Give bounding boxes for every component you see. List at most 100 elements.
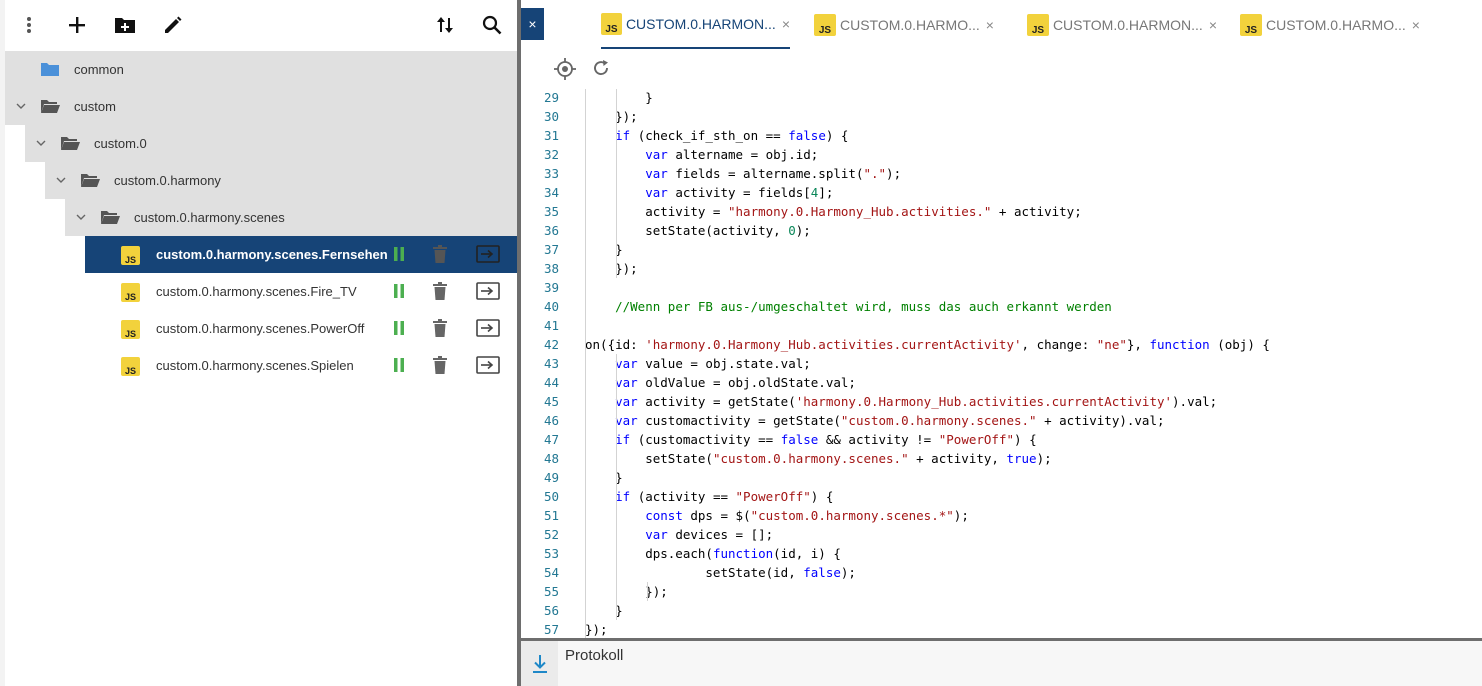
code-line: 54 setState(id, false); [521,563,1482,582]
code-text: //Wenn per FB aus-/umgeschaltet wird, mu… [615,298,1112,314]
script-item-fire-tv[interactable]: JS custom.0.harmony.scenes.Fire_TV [85,273,517,310]
close-all-tabs-button[interactable]: × [521,8,544,40]
pause-icon[interactable] [393,247,405,261]
script-item-poweroff[interactable]: JS custom.0.harmony.scenes.PowerOff [85,310,517,347]
editor-subtoolbar [521,49,1482,89]
script-item-spielen[interactable]: JS custom.0.harmony.scenes.Spielen [85,347,517,384]
search-icon[interactable] [480,13,504,37]
code-line: 29 } [521,89,1482,107]
delete-icon[interactable] [433,356,447,374]
code-line: 48 setState("custom.0.harmony.scenes." +… [521,449,1482,468]
code-text: var oldValue = obj.oldState.val; [615,374,856,390]
code-line: 53 dps.each(function(id, i) { [521,544,1482,563]
line-number: 57 [543,621,559,637]
tab-custom-0-harmony-4[interactable]: JS CUSTOM.0.HARMO... × [1240,0,1430,49]
line-number: 38 [543,260,559,276]
tab-title: CUSTOM.0.HARMON... [625,15,776,32]
code-text: var activity = fields[4]; [645,184,834,200]
script-item-label: custom.0.harmony.scenes.PowerOff [156,321,365,336]
pause-icon[interactable] [393,321,405,335]
code-text: }); [585,621,608,637]
tree-item-custom-0-harmony-scenes[interactable]: custom.0.harmony.scenes [65,199,517,236]
line-number: 30 [543,108,559,124]
refresh-icon[interactable] [592,59,610,82]
export-icon[interactable] [476,356,500,374]
indent-guide [647,581,648,601]
tree-item-custom-0[interactable]: custom.0 [25,125,517,162]
tab-title: CUSTOM.0.HARMON... [1052,16,1203,33]
tab-custom-0-harmony-1[interactable]: JS CUSTOM.0.HARMON... × [601,0,790,49]
pause-icon[interactable] [393,284,405,298]
script-item-label: custom.0.harmony.scenes.Spielen [156,358,354,373]
javascript-file-icon: JS [814,13,836,36]
locate-icon[interactable] [554,58,576,85]
delete-icon[interactable] [433,245,447,263]
tab-custom-0-harmony-3[interactable]: JS CUSTOM.0.HARMON... × [1027,0,1217,49]
code-line: 34 var activity = fields[4]; [521,183,1482,202]
tab-custom-0-harmony-2[interactable]: JS CUSTOM.0.HARMO... × [814,0,1004,49]
code-line: 57}); [521,620,1482,639]
add-icon[interactable] [65,13,89,37]
javascript-file-icon: JS [121,246,140,265]
code-line: 43 var value = obj.state.val; [521,354,1482,373]
script-item-fernsehen[interactable]: JS custom.0.harmony.scenes.Fernsehen [85,236,517,273]
chevron-down-icon[interactable] [15,100,27,112]
code-line: 41 [521,316,1482,335]
more-vert-icon[interactable] [17,13,41,37]
code-text: setState("custom.0.harmony.scenes." + ac… [585,450,1052,466]
code-line: 31 if (check_if_sth_on == false) { [521,126,1482,145]
code-text: setState(id, false); [585,564,856,580]
download-icon [532,654,547,673]
javascript-file-icon: JS [1240,13,1262,36]
export-icon[interactable] [476,319,500,337]
line-number: 34 [543,184,559,200]
code-line: 45 var activity = getState('harmony.0.Ha… [521,392,1482,411]
tree-item-common[interactable]: common [5,51,517,88]
chevron-down-icon[interactable] [55,174,67,186]
chevron-down-icon[interactable] [75,211,87,223]
tree-item-custom-0-harmony[interactable]: custom.0.harmony [45,162,517,199]
script-explorer-panel: common custom custom.0 custom.0.harmony … [0,0,517,686]
folder-open-icon [41,99,60,116]
indent-guide [585,89,586,638]
download-log-button[interactable] [521,641,558,686]
line-number: 54 [543,564,559,580]
add-folder-icon[interactable] [113,13,137,37]
close-icon[interactable]: × [1412,17,1420,33]
line-number: 39 [543,279,559,295]
code-line: 33 var fields = altername.split("."); [521,164,1482,183]
close-icon[interactable]: × [986,17,994,33]
pause-icon[interactable] [393,358,405,372]
indent-guide [616,353,617,620]
line-number: 36 [543,222,559,238]
code-line: 40 //Wenn per FB aus-/umgeschaltet wird,… [521,297,1482,316]
close-icon[interactable]: × [1209,17,1217,33]
tree-item-custom[interactable]: custom [5,88,517,125]
delete-icon[interactable] [433,319,447,337]
code-text: }); [585,583,668,599]
code-line: 37 } [521,240,1482,259]
edit-icon[interactable] [161,13,185,37]
code-text: on({id: 'harmony.0.Harmony_Hub.activitie… [585,336,1270,352]
code-editor[interactable]: 29 } 30 }); 31 if (check_if_sth_on == fals… [521,89,1482,638]
folder-open-icon [61,136,80,153]
code-text: dps.each(function(id, i) { [585,545,841,561]
delete-icon[interactable] [433,282,447,300]
line-number: 44 [543,374,559,390]
sort-icon[interactable] [433,13,457,37]
tree-item-label: common [74,62,124,77]
line-number: 43 [543,355,559,371]
editor-tabbar: × JS CUSTOM.0.HARMON... × JS CUSTOM.0.HA… [521,0,1482,50]
chevron-down-icon[interactable] [35,137,47,149]
code-line: 32 var altername = obj.id; [521,145,1482,164]
script-tree: common custom custom.0 custom.0.harmony … [5,50,517,686]
line-number: 37 [543,241,559,257]
line-number: 49 [543,469,559,485]
code-line: 39 [521,278,1482,297]
code-text: } [585,89,653,105]
export-icon[interactable] [476,245,500,263]
close-icon[interactable]: × [782,16,790,32]
code-line: 46 var customactivity = getState("custom… [521,411,1482,430]
tree-item-label: custom.0.harmony.scenes [134,210,285,225]
export-icon[interactable] [476,282,500,300]
